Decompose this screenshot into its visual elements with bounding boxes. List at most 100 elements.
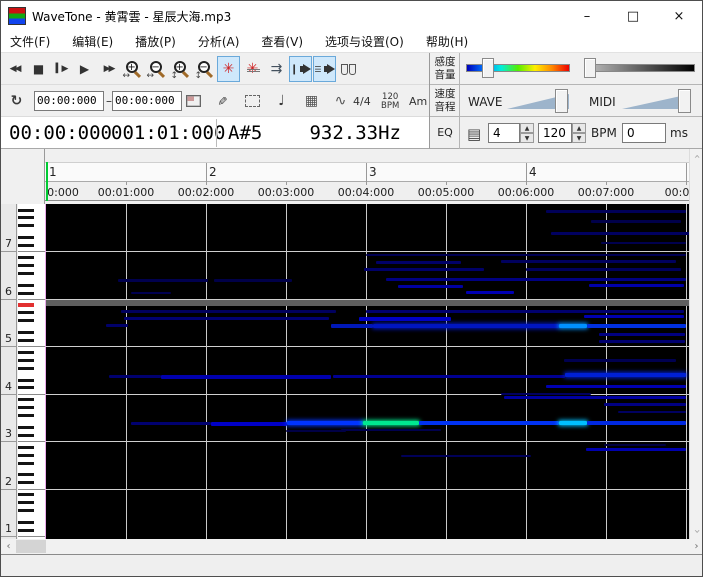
- tempo-label[interactable]: 120BPM: [381, 93, 399, 110]
- black-key[interactable]: [18, 509, 34, 512]
- black-key[interactable]: [18, 501, 34, 504]
- scroll-right-button[interactable]: ›: [689, 539, 703, 554]
- sensitivity-slider-thumb[interactable]: [482, 58, 494, 78]
- beats-spinner[interactable]: ▲ ▼: [520, 123, 534, 143]
- measure-row[interactable]: 1234: [45, 162, 689, 182]
- black-key[interactable]: [18, 493, 34, 496]
- menu-view[interactable]: 查看(V): [252, 31, 312, 52]
- black-key[interactable]: [18, 367, 34, 370]
- waveform-view-button[interactable]: ∿: [329, 88, 352, 114]
- menu-edit[interactable]: 编辑(E): [63, 31, 122, 52]
- spectrogram[interactable]: [46, 204, 689, 539]
- black-key[interactable]: [18, 414, 34, 417]
- menu-options[interactable]: 选项与设置(O): [316, 31, 413, 52]
- zoom-in-vertical-button[interactable]: + ↕: [169, 56, 192, 82]
- stop-button[interactable]: ■: [27, 56, 50, 82]
- black-key[interactable]: [18, 481, 34, 484]
- beats-spin-up[interactable]: ▲: [520, 123, 534, 133]
- black-key[interactable]: [18, 426, 34, 429]
- auto-scroll-button[interactable]: ⇉: [265, 56, 288, 82]
- black-key[interactable]: [18, 264, 34, 267]
- tempo-field[interactable]: 120: [538, 123, 572, 143]
- black-key[interactable]: [18, 244, 34, 247]
- tempo-spinner[interactable]: ▲ ▼: [572, 123, 586, 143]
- zoom-out-horizontal-button[interactable]: − ↔: [145, 56, 168, 82]
- black-key[interactable]: [18, 272, 34, 275]
- horizontal-scrollbar[interactable]: ‹ ›: [1, 539, 703, 554]
- wave-volume-thumb[interactable]: [555, 89, 568, 113]
- black-key[interactable]: [18, 434, 34, 437]
- midi-sound-button[interactable]: ☰: [313, 56, 336, 82]
- playhead[interactable]: [46, 162, 48, 201]
- help-book-button[interactable]: [337, 56, 360, 82]
- black-key[interactable]: [18, 379, 34, 382]
- split-view-button[interactable]: [182, 88, 205, 114]
- note-grid-narrow-button[interactable]: ✳: [217, 56, 240, 82]
- beats-spin-down[interactable]: ▼: [520, 133, 534, 143]
- vertical-scrollbar[interactable]: ‹ ›: [689, 149, 703, 539]
- wave-sound-button[interactable]: ❙: [289, 56, 312, 82]
- tempo-spin-down[interactable]: ▼: [572, 133, 586, 143]
- black-key[interactable]: [18, 311, 34, 314]
- fast-forward-button[interactable]: ▶▶: [97, 56, 120, 82]
- menu-analyze[interactable]: 分析(A): [189, 31, 249, 52]
- range-end-field[interactable]: 00:00:000: [112, 91, 182, 111]
- pen-button[interactable]: ✎: [211, 88, 234, 114]
- volume-slider-thumb[interactable]: [584, 58, 596, 78]
- ruler-content[interactable]: 1234 0:00000:01:00000:02:00000:03:00000:…: [45, 149, 689, 204]
- black-key[interactable]: [18, 331, 34, 334]
- black-key[interactable]: [18, 454, 34, 457]
- menu-play[interactable]: 播放(P): [126, 31, 185, 52]
- select-range-button[interactable]: [241, 88, 264, 114]
- key-label[interactable]: Am: [409, 95, 427, 108]
- black-key[interactable]: [18, 216, 34, 219]
- volume-slider[interactable]: [591, 64, 695, 72]
- meter-label[interactable]: 4/4: [353, 95, 371, 108]
- timeline-ruler[interactable]: 1234 0:00000:01:00000:02:00000:03:00000:…: [1, 149, 703, 204]
- eq-grid-icon[interactable]: ▤: [467, 125, 481, 143]
- black-key[interactable]: [18, 359, 34, 362]
- note-list-button[interactable]: ▦: [300, 88, 323, 114]
- black-key[interactable]: [18, 209, 34, 212]
- range-start-field[interactable]: 00:00:000: [34, 91, 104, 111]
- black-key[interactable]: [18, 398, 34, 401]
- scroll-down-button[interactable]: ›: [690, 524, 703, 539]
- loop-button[interactable]: ↻: [5, 88, 28, 114]
- close-button[interactable]: ×: [656, 1, 702, 31]
- beats-per-measure-field[interactable]: 4: [488, 123, 520, 143]
- black-key[interactable]: [18, 446, 34, 449]
- black-key[interactable]: [18, 256, 34, 259]
- black-key[interactable]: [18, 386, 34, 389]
- black-key[interactable]: [18, 224, 34, 227]
- selected-key-a#5[interactable]: [18, 303, 34, 307]
- note-input-button[interactable]: ♩: [270, 88, 293, 114]
- rewind-button[interactable]: ◀◀: [3, 56, 26, 82]
- tempo-spin-up[interactable]: ▲: [572, 123, 586, 133]
- scroll-up-button[interactable]: ‹: [690, 149, 703, 164]
- midi-volume-thumb[interactable]: [678, 89, 691, 113]
- note-grid-wide-button[interactable]: ✳: [241, 56, 264, 82]
- black-key[interactable]: [18, 236, 34, 239]
- menu-help[interactable]: 帮助(H): [417, 31, 477, 52]
- black-key[interactable]: [18, 406, 34, 409]
- black-key[interactable]: [18, 339, 34, 342]
- menu-file[interactable]: 文件(F): [1, 31, 59, 52]
- maximize-button[interactable]: □: [610, 1, 656, 31]
- zoom-out-vertical-button[interactable]: − ↕: [193, 56, 216, 82]
- play-button[interactable]: ▶: [73, 56, 96, 82]
- play-pause-button[interactable]: ▍▶: [50, 56, 73, 82]
- black-key[interactable]: [18, 521, 34, 524]
- scroll-left-button[interactable]: ‹: [1, 539, 16, 554]
- minimize-button[interactable]: –: [564, 1, 610, 31]
- black-key[interactable]: [18, 529, 34, 532]
- time-row[interactable]: 0:00000:01:00000:02:00000:03:00000:04:00…: [45, 182, 689, 201]
- black-key[interactable]: [18, 319, 34, 322]
- black-key[interactable]: [18, 462, 34, 465]
- black-key[interactable]: [18, 292, 34, 295]
- piano-keyboard[interactable]: [18, 204, 45, 539]
- zoom-in-horizontal-button[interactable]: + ↔: [121, 56, 144, 82]
- black-key[interactable]: [18, 473, 34, 476]
- horizontal-scroll-thumb[interactable]: [16, 540, 46, 553]
- black-key[interactable]: [18, 351, 34, 354]
- black-key[interactable]: [18, 284, 34, 287]
